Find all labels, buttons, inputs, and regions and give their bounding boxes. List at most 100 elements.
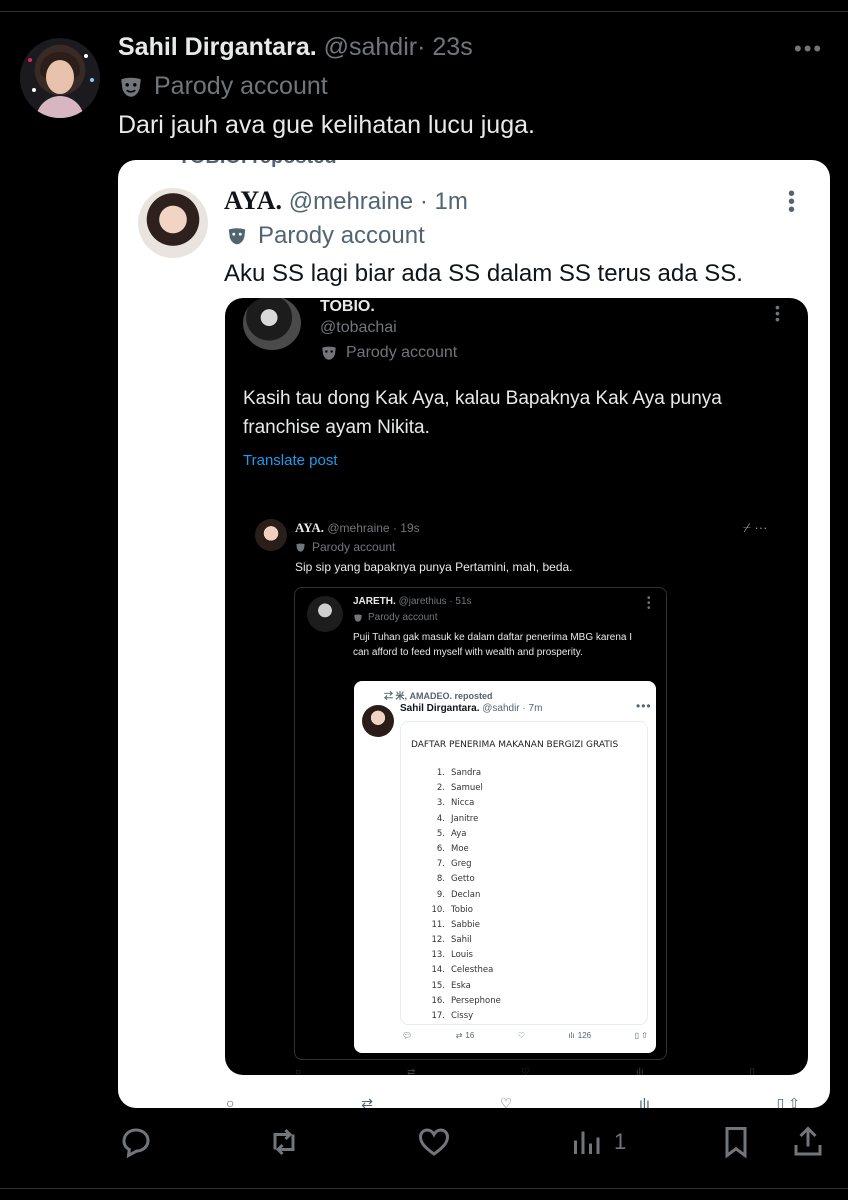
aya-handle: @mehraine xyxy=(288,188,414,215)
list-number: 9. xyxy=(436,889,445,900)
list-number: 5. xyxy=(436,828,445,839)
list-name: Aya xyxy=(451,828,467,839)
list-number: 3. xyxy=(436,798,445,809)
aya-reply-text: Sip sip yang bapaknya punya Pertamini, m… xyxy=(295,560,573,574)
bookmark-button[interactable] xyxy=(718,1124,754,1160)
list-item: 16. Persephone xyxy=(425,994,500,1009)
mask-icon xyxy=(121,77,141,97)
aya-header: AYA. @mehraine · 1m xyxy=(224,186,468,216)
list-item: 12. Sahil xyxy=(425,933,501,948)
tobio-avatar xyxy=(243,298,301,350)
list-number: 10. xyxy=(431,904,445,915)
list-number: 6. xyxy=(436,843,445,854)
cut-action-icons: ○ ⇄ ♡ ılı ▯ ⇧ xyxy=(226,1095,800,1108)
bookmark-icon xyxy=(725,1127,747,1159)
reply-icon xyxy=(122,1128,150,1159)
list-name: Tobio xyxy=(451,904,473,915)
aya-reply-parody: Parody account xyxy=(295,540,395,554)
list-item: 8. Getto xyxy=(425,872,501,887)
bookmark-share-icons: ▯ ⇧ xyxy=(634,1031,648,1040)
list-item: 2. Samuel xyxy=(425,781,501,796)
list-name: Cissy xyxy=(451,1011,474,1021)
aya-reply-avatar xyxy=(255,519,287,551)
sahil-list-card: ⇄ 米, AMADEO. reposted Sahil Dirgantara. … xyxy=(354,681,656,1053)
aya-reply-parody-text: Parody account xyxy=(312,540,396,554)
aya-reply-name: AYA. xyxy=(295,520,325,535)
mask-icon xyxy=(354,613,362,622)
share-button[interactable] xyxy=(790,1124,826,1160)
list-name: Declan xyxy=(451,889,481,900)
mask-icon xyxy=(228,228,246,245)
vertical-dots-icon: • • • xyxy=(775,299,780,327)
views-count: 1 xyxy=(614,1129,627,1154)
list-item: 6. Moe xyxy=(425,842,501,857)
list-number: 14. xyxy=(431,965,445,976)
parody-label: Parody account xyxy=(118,72,328,101)
list-item: 14. Celesthea xyxy=(425,963,501,978)
tobio-name: TOBIO. xyxy=(320,298,375,315)
recipient-list: 1. Sandra 2. Samuel 3. Nicca 4. Janitre 5. Aya 6. M… xyxy=(425,766,501,1024)
list-item: 4. Janitre xyxy=(425,812,501,827)
tobio-text: Kasih tau dong Kak Aya, kalau Bapaknya K… xyxy=(243,388,722,438)
list-item: 11. Sabbie xyxy=(425,918,501,933)
tweet-text: Dari jauh ava gue kelihatan lucu juga. xyxy=(118,111,535,139)
share-icon xyxy=(794,1126,822,1156)
list-item: 13. Louis xyxy=(425,948,501,963)
tweet-time[interactable]: · 23s xyxy=(417,33,473,61)
list-number: 2. xyxy=(436,783,445,794)
list-name: Samuel xyxy=(451,783,483,794)
faded-action-icons: ○ ⇄ ♡ ılı ▯ xyxy=(295,1067,755,1075)
list-number: 12. xyxy=(431,935,445,946)
sahil-handle: @sahdir xyxy=(482,703,520,714)
aya-text: Aku SS lagi biar ada SS dalam SS terus a… xyxy=(224,260,743,287)
amadeo-repost-label: ⇄ 米, AMADEO. reposted xyxy=(384,691,493,701)
jareth-header: JARETH. @jarethius · 51s xyxy=(353,596,472,607)
reposted-header: TOBIO. reposted xyxy=(178,160,337,169)
sahil-time: · 7m xyxy=(522,703,543,714)
mask-icon xyxy=(322,346,336,360)
reply-icon: 💬︎ xyxy=(402,1031,413,1040)
list-number: 1. xyxy=(436,768,445,778)
aya-reply-header: AYA. @mehraine · 19s xyxy=(295,520,420,536)
grok-more-icons: ⌿ ··· xyxy=(743,520,768,535)
retweet-count: ⇄ 16 xyxy=(455,1031,475,1040)
more-options-icon[interactable]: ••• xyxy=(794,36,823,62)
list-name: Moe xyxy=(451,843,469,854)
views-button[interactable]: 1 xyxy=(568,1124,626,1160)
tweet-action-bar: 1 xyxy=(118,1124,828,1164)
like-icon: ♡ xyxy=(517,1031,525,1040)
retweet-button[interactable] xyxy=(266,1124,302,1160)
list-name: Louis xyxy=(451,950,473,961)
inner-screenshot: TOBIO. @tobachai • • • Parody account Kasi… xyxy=(225,298,808,1075)
list-number: 16. xyxy=(431,995,445,1006)
author-handle[interactable]: @sahdir xyxy=(324,33,417,61)
jareth-parody: Parody account xyxy=(353,612,438,623)
list-item: 9. Declan xyxy=(425,888,501,903)
reply-button[interactable] xyxy=(118,1124,154,1160)
views-icon xyxy=(574,1131,600,1154)
list-name: Eska xyxy=(451,980,471,991)
list-name: Greg xyxy=(451,859,472,870)
vertical-dots-icon: • • • xyxy=(647,593,651,614)
list-item: 7. Greg xyxy=(425,857,501,872)
attached-image[interactable]: TOBIO. reposted AYA. @mehraine · 1m ••• … xyxy=(118,160,830,1108)
views-count: ılı 126 xyxy=(568,1031,592,1040)
list-name: Sandra xyxy=(451,768,482,778)
like-button[interactable] xyxy=(416,1124,452,1160)
sahil-header: Sahil Dirgantara. @sahdir · 7m xyxy=(400,703,542,714)
jareth-quote-card: JARETH. @jarethius · 51s • • • Parody acco… xyxy=(294,587,667,1060)
list-name: Nicca xyxy=(451,798,475,809)
tobio-parody-label: Parody account xyxy=(320,344,457,362)
jareth-name: JARETH. xyxy=(353,596,396,607)
top-divider xyxy=(0,11,848,12)
list-number: 7. xyxy=(436,859,445,870)
list-number: 17. xyxy=(431,1011,445,1021)
aya-name: AYA. xyxy=(224,186,283,215)
author-avatar[interactable] xyxy=(20,38,100,118)
list-name: Sabbie xyxy=(451,919,480,930)
author-name[interactable]: Sahil Dirgantara. xyxy=(118,33,317,61)
jareth-handle: @jarethius xyxy=(398,596,447,607)
list-item: 10. Tobio xyxy=(425,903,501,918)
heart-icon xyxy=(418,1128,450,1156)
aya-parody-label: Parody account xyxy=(226,222,425,250)
